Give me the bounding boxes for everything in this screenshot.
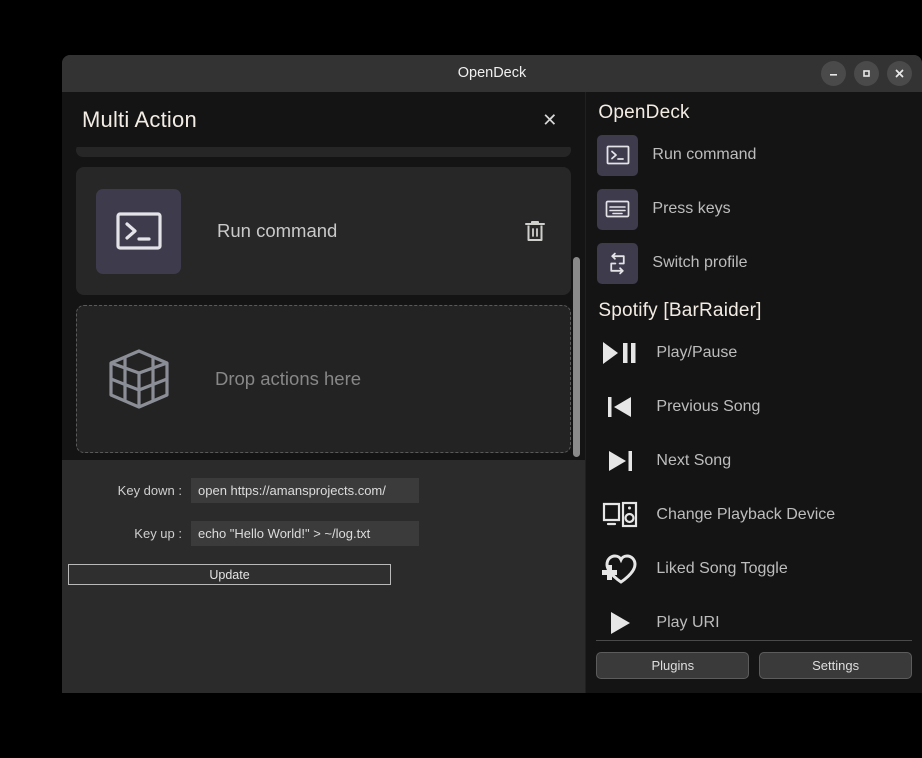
maximize-icon [863,70,870,77]
sidebar-item-label: Play/Pause [656,344,738,361]
heart-plus-icon [601,554,637,584]
sidebar-icon-slot [597,549,642,590]
sidebar-item-play-pause[interactable]: Play/Pause [594,326,910,380]
drop-zone-label: Drop actions here [215,368,362,389]
window-title: OpenDeck [457,65,527,81]
sidebar-item-label: Play URI [656,614,720,631]
sidebar-item-label: Next Song [656,452,732,469]
cube-icon [109,349,169,409]
sidebar-icon-slot [597,495,642,536]
sidebar-icon-slot [597,441,642,482]
previous-track-icon [607,397,631,417]
minimize-icon [830,74,837,76]
drop-zone[interactable]: Drop actions here [76,305,572,453]
sidebar-item-press-keys[interactable]: Press keys [594,182,910,236]
key-actions-form: Key down : Key up : Update [62,460,586,693]
sidebar-icon-tile [597,188,639,230]
swap-arrows-icon [610,252,626,274]
trash-icon [525,221,546,241]
sidebar-item-switch-profile[interactable]: Switch profile [594,236,910,290]
sidebar-item-label: Change Playback Device [656,506,836,523]
actions-scrollbar[interactable] [573,257,581,457]
update-button[interactable]: Update [68,564,391,585]
sidebar-icon-slot [597,603,642,637]
sidebar-scroll: OpenDeck Run command Press keys Switch p… [586,92,922,636]
sidebar-icon-tile [597,242,639,284]
key-up-input[interactable] [191,521,419,546]
title-bar: OpenDeck [62,55,922,92]
key-down-label: Key down : [117,483,182,498]
action-icon-tile [96,188,181,274]
multi-action-panel: Multi Action ✕ Run command Drop actions … [62,92,586,693]
plugins-button[interactable]: Plugins [596,652,750,679]
close-button[interactable] [887,61,912,86]
form-row-key-down: Key down : [62,478,585,503]
key-down-input[interactable] [191,478,419,503]
sidebar-item-liked-song-toggle[interactable]: Liked Song Toggle [594,542,910,596]
sidebar-item-label: Previous Song [656,398,761,415]
play-icon [610,612,630,634]
delete-action-button[interactable] [521,217,549,245]
form-row-key-up: Key up : [62,521,585,546]
sidebar-item-label: Run command [652,146,757,163]
keyboard-icon [606,200,630,218]
terminal-icon [115,212,162,250]
dialog-title: Multi Action [82,106,197,132]
sidebar-icon-slot [597,333,642,374]
play-pause-icon [602,342,636,364]
sidebar-item-previous-song[interactable]: Previous Song [594,380,910,434]
close-icon [895,69,904,78]
sidebar-item-run-command[interactable]: Run command [594,128,910,182]
action-label: Run command [217,220,338,241]
playback-device-icon [602,501,637,528]
window-body: Multi Action ✕ Run command Drop actions … [62,92,922,693]
actions-sidebar: OpenDeck Run command Press keys Switch p… [585,92,922,693]
dialog-close-button[interactable]: ✕ [536,107,563,133]
settings-button[interactable]: Settings [759,652,913,679]
sidebar-item-next-song[interactable]: Next Song [594,434,910,488]
sidebar-item-label: Liked Song Toggle [656,560,788,577]
window-controls [821,61,912,86]
sidebar-group-title-spotify: Spotify [BarRaider] [598,300,762,321]
sidebar-item-label: Switch profile [652,254,748,271]
sidebar-item-label: Press keys [652,200,731,217]
maximize-button[interactable] [854,61,879,86]
actions-scrollbar-thumb[interactable] [573,257,581,457]
next-track-icon [608,451,632,471]
key-up-label: Key up : [134,526,182,541]
sidebar-item-change-playback-device[interactable]: Change Playback Device [594,488,910,542]
partially-scrolled-card[interactable] [76,147,572,157]
actions-list: Run command Drop actions here [62,147,586,460]
dialog-header: Multi Action ✕ [62,92,586,147]
minimize-button[interactable] [821,61,846,86]
app-window: OpenDeck Multi Action ✕ Run command Drop… [62,55,922,693]
sidebar-group-title-opendeck: OpenDeck [598,102,690,123]
sidebar-icon-tile [597,134,639,176]
sidebar-item-play-uri[interactable]: Play URI [594,596,910,636]
action-card-run-command[interactable]: Run command [76,167,572,295]
terminal-icon [606,145,630,165]
sidebar-footer: Plugins Settings [586,641,922,693]
sidebar-icon-slot [597,387,642,428]
